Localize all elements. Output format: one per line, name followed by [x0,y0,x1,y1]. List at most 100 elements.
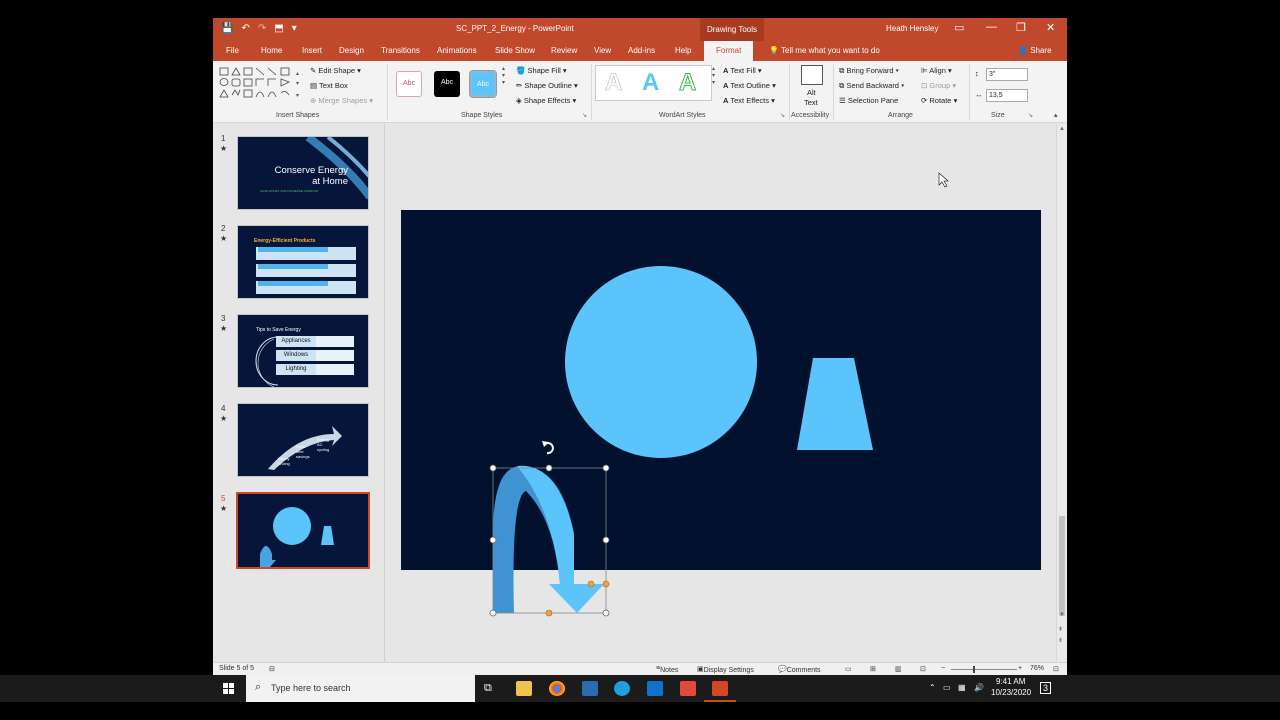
volume-icon[interactable]: 🔊 [974,683,984,692]
shape-styles-launcher-icon[interactable]: ↘ [582,112,587,119]
resize-handle-n[interactable] [545,464,553,472]
send-backward-button[interactable]: ⧉ Send Backward ▾ [839,81,904,91]
tab-transitions[interactable]: Transitions [381,46,420,55]
adjust-handle-2[interactable] [587,580,595,588]
shape-style-swatch-1[interactable]: Abc [396,71,422,97]
adjust-handle-1[interactable] [545,609,553,617]
text-fill-button[interactable]: A Text Fill ▾ [723,66,762,75]
shape-styles-scroll-icon[interactable]: ▴ ▾ ▾ [502,65,505,86]
tray-overflow-icon[interactable]: ⌃ [929,683,936,692]
vertical-scrollbar[interactable]: ▲ ▼ ⇞ ⇟ [1056,124,1067,662]
shape-width-input[interactable]: 13.5 [986,89,1028,102]
resize-handle-se[interactable] [602,609,610,617]
wordart-style-1[interactable]: A [605,69,623,97]
alt-text-label-2[interactable]: Text [804,98,818,107]
bring-forward-button[interactable]: ⧉ Bring Forward ▾ [839,66,899,76]
save-icon[interactable]: 💾 [221,23,233,35]
zoom-slider-thumb[interactable] [973,666,975,673]
zoom-in-icon[interactable]: + [1018,665,1022,672]
zoom-slider[interactable] [951,669,1017,670]
wordart-style-2[interactable]: A [642,69,659,97]
taskbar-search-box[interactable]: ⌕ Type here to search [246,675,475,702]
adjust-handle-3[interactable] [602,580,610,588]
spell-check-icon[interactable]: ⊟ [269,665,275,673]
shape-outline-button[interactable]: ✏ Shape Outline ▾ [516,81,578,90]
task-view-icon[interactable]: ⧉ [484,682,492,695]
present-icon[interactable]: ⬒ [274,23,283,35]
shape-effects-button[interactable]: ◈ Shape Effects ▾ [516,96,576,105]
redo-icon[interactable]: ↷ [258,23,266,35]
windows-start-icon[interactable] [223,683,235,695]
resize-handle-ne[interactable] [602,464,610,472]
next-slide-icon[interactable]: ⇟ [1058,637,1063,644]
wordart-style-3[interactable]: A [678,69,696,97]
scrollbar-thumb[interactable] [1059,516,1065,616]
alt-text-label-1[interactable]: Alt [807,88,816,97]
edge-icon[interactable] [614,681,630,696]
minimize-icon[interactable]: — [986,21,997,33]
zoom-out-icon[interactable]: − [941,665,945,672]
slide-thumbnail-2[interactable]: Energy-Efficient Products [237,225,369,299]
scroll-up-icon[interactable]: ▲ [1059,126,1065,132]
tab-file[interactable]: File [226,46,239,55]
alt-text-icon[interactable] [801,65,823,85]
notification-center-icon[interactable]: 3 [1040,682,1052,694]
restore-icon[interactable]: ❐ [1016,21,1026,34]
network-app-icon[interactable] [582,681,598,696]
selection-pane-button[interactable]: ☰ Selection Pane [839,96,898,105]
rotate-button[interactable]: ⟳ Rotate ▾ [921,96,957,105]
normal-view-icon[interactable]: ▭ [845,665,852,673]
fit-to-window-icon[interactable]: ⊡ [1053,665,1059,673]
wordart-scroll-icon[interactable]: ▴ ▾ ▾ [712,65,715,86]
shape-style-swatch-3[interactable]: Abc [469,70,497,98]
text-outline-button[interactable]: A Text Outline ▾ [723,81,776,90]
camtasia-icon[interactable] [680,681,696,696]
resize-handle-sw[interactable] [489,609,497,617]
notes-button[interactable]: ≡ Notes [656,665,678,674]
resize-handle-w[interactable] [489,536,497,544]
slide-show-icon[interactable]: ⊡ [920,665,926,673]
text-box-button[interactable]: ▤ Text Box [310,81,348,90]
resize-handle-nw[interactable] [489,464,497,472]
shape-fill-button[interactable]: 🪣 Shape Fill ▾ [516,66,567,75]
comments-button[interactable]: 💬 Comments [778,665,821,674]
ribbon-display-icon[interactable]: ▭ [954,21,964,34]
resize-handle-e[interactable] [602,536,610,544]
close-icon[interactable]: ✕ [1046,21,1055,34]
size-launcher-icon[interactable]: ↘ [1028,112,1033,119]
customize-qat-icon[interactable]: ▾ [292,23,297,35]
scroll-down-icon[interactable]: ▼ [1059,612,1065,618]
powerpoint-taskbar-icon[interactable] [712,681,728,696]
slide-thumbnail-3[interactable]: Tips to Save Energy Appliances Windows L… [237,314,369,388]
display-settings-button[interactable]: ▣ Display Settings [697,665,754,674]
tab-review[interactable]: Review [551,46,577,55]
previous-slide-icon[interactable]: ⇞ [1058,626,1063,633]
arrow-head[interactable] [549,584,604,613]
slide-thumbnail-1[interactable]: Conserve Energy at Home SAVE MONEY AND I… [237,136,369,210]
tab-animations[interactable]: Animations [437,46,477,55]
file-explorer-icon[interactable] [516,681,532,696]
wordart-launcher-icon[interactable]: ↘ [780,112,785,119]
rotate-handle-icon[interactable] [542,441,554,455]
tab-insert[interactable]: Insert [302,46,322,55]
reading-view-icon[interactable]: ▥ [895,665,902,673]
tab-design[interactable]: Design [339,46,364,55]
user-name[interactable]: Heath Hensley [886,24,938,33]
align-button[interactable]: ⊫ Align ▾ [921,66,952,75]
tab-add-ins[interactable]: Add-ins [628,46,655,55]
text-effects-button[interactable]: A Text Effects ▾ [723,96,775,105]
outlook-icon[interactable] [647,681,663,696]
clock-date[interactable]: 10/23/2020 [991,688,1031,697]
share-button[interactable]: 👤 Share [1018,46,1052,55]
tab-view[interactable]: View [594,46,611,55]
collapse-ribbon-icon[interactable]: ▴ [1054,111,1058,119]
undo-icon[interactable]: ↶ [241,23,249,35]
shape-height-input[interactable]: 3" [986,68,1028,81]
network-icon[interactable]: ▦ [958,683,966,692]
tab-format[interactable]: Format [704,41,754,61]
tray-app-icon[interactable]: ▭ [943,683,951,692]
tab-home[interactable]: Home [261,46,282,55]
tab-help[interactable]: Help [675,46,691,55]
edit-shape-button[interactable]: ✎ Edit Shape ▾ [310,66,361,75]
chrome-icon[interactable] [549,681,565,696]
